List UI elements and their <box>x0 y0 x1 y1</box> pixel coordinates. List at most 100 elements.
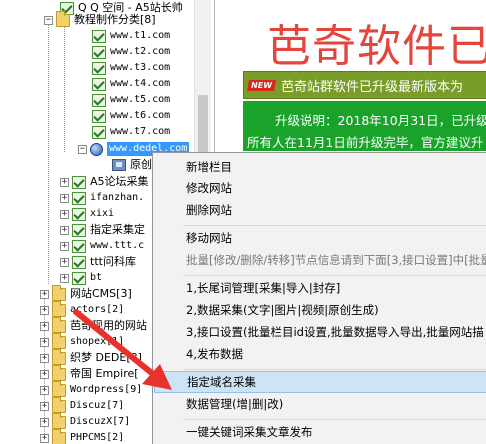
tree-item-folder[interactable]: − 教程制作分类[8] <box>44 10 156 28</box>
expand-toggle-icon[interactable]: + <box>40 369 49 379</box>
expand-toggle-icon[interactable]: + <box>40 401 49 411</box>
tree-item[interactable]: 原创 <box>112 157 152 173</box>
menu-item-label: 2,数据采集(文字|图片|视频|原创生成) <box>186 303 379 317</box>
menu-item-move-site[interactable]: 移动网站 <box>154 227 486 249</box>
tree-item[interactable]: www.t7.com <box>92 124 170 140</box>
folder-icon <box>52 300 66 317</box>
tree-item-label: www.t1.com <box>110 30 171 41</box>
menu-item-delete-site[interactable]: 删除网站 <box>154 199 486 221</box>
menu-item-oneclick-publish[interactable]: 一键关键词采集文章发布 <box>154 421 486 443</box>
checkbox-icon <box>72 175 86 189</box>
tree-item[interactable]: + xixi <box>60 206 114 222</box>
collapse-toggle-icon[interactable]: − <box>44 15 53 25</box>
expand-toggle-icon[interactable]: + <box>60 177 69 187</box>
menu-item-domain-collection[interactable]: 指定域名采集 <box>154 371 486 393</box>
tree-item-label: PHPCMS[2] <box>70 432 125 443</box>
expand-toggle-icon[interactable]: + <box>40 305 49 315</box>
new-badge: NEW <box>247 79 276 91</box>
menu-item-label: 批量[修改/删除/转移]节点信息请到下面[3,接口设置]中[批量 <box>186 253 486 267</box>
menu-item-label: 一键关键词采集文章发布 <box>186 425 313 439</box>
tree-item-label: Discuz[7] <box>70 400 125 411</box>
tree-item[interactable]: www.t2.com <box>92 44 170 60</box>
expand-toggle-icon[interactable]: + <box>60 193 69 203</box>
checkbox-icon <box>92 109 106 123</box>
tree-item-label: 教程制作分类[8] <box>74 13 156 26</box>
menu-item-label: 1,长尾词管理[采集|导入|封存] <box>186 281 341 295</box>
tree-item[interactable]: + bt <box>60 270 102 286</box>
tree-item-label: ifanzhan. <box>90 192 145 203</box>
tree-item[interactable]: www.t1.com <box>92 28 170 44</box>
menu-separator <box>183 225 486 226</box>
tree-item[interactable]: + A5论坛采集 <box>60 174 149 190</box>
tree-item-label: 网站CMS[3] <box>70 287 132 300</box>
tree-item-label: www.t2.com <box>110 46 171 57</box>
menu-item-label: 4,发布数据 <box>186 347 243 361</box>
folder-icon <box>52 396 66 413</box>
menu-item-interface-settings[interactable]: 3,接口设置(批量栏目id设置,批量数据导入导出,批量网站描 <box>154 321 486 343</box>
tree-item-folder[interactable]: + PHPCMS[2] <box>40 428 125 444</box>
tree-item-label: 帝国 Empire[ <box>70 367 139 380</box>
checkbox-icon <box>72 239 86 253</box>
notice-line: 所有人在11月1日前升级完毕，官方建议升 <box>247 135 484 150</box>
checkbox-icon <box>92 45 106 59</box>
folder-icon <box>52 284 66 301</box>
tree-item[interactable]: www.t3.com <box>92 60 170 76</box>
expand-toggle-icon[interactable]: + <box>40 385 49 395</box>
tree-item-label: www.t3.com <box>110 62 171 73</box>
tree-item-label: actors[2] <box>70 304 125 315</box>
expand-toggle-icon[interactable]: + <box>40 433 49 443</box>
expand-toggle-icon[interactable]: + <box>60 257 69 267</box>
expand-toggle-icon[interactable]: + <box>40 289 49 299</box>
expand-toggle-icon[interactable]: + <box>60 273 69 283</box>
tree-item-label: DiscuzX[7] <box>70 416 131 427</box>
tree-connector <box>48 24 49 284</box>
banner-text: 芭奇站群软件已升级最新版本为 <box>280 79 463 95</box>
page-title: 芭奇软件已更 <box>267 21 486 72</box>
upgrade-notice: 升级说明：2018年10月31日，已升级 所有人在11月1日前升级完毕，官方建议… <box>243 101 486 151</box>
globe-icon <box>90 142 103 156</box>
expand-toggle-icon[interactable]: + <box>40 353 49 363</box>
expand-toggle-icon[interactable]: + <box>60 209 69 219</box>
computer-icon <box>112 159 126 171</box>
folder-icon <box>52 364 66 381</box>
tree-scrollbar-thumb[interactable] <box>198 95 208 155</box>
menu-item-label: 修改网站 <box>186 181 232 195</box>
tree-item-label: www.ttt.c <box>90 240 145 251</box>
menu-item-data-management[interactable]: 数据管理(增|删|改) <box>154 393 486 415</box>
tree-item-label: www.t7.com <box>110 126 171 137</box>
menu-item-edit-site[interactable]: 修改网站 <box>154 177 486 199</box>
collapse-toggle-icon[interactable]: − <box>78 144 87 154</box>
tree-item[interactable]: + ttt问科库 <box>60 254 136 270</box>
tree-item[interactable]: + www.ttt.c <box>60 238 144 254</box>
notice-line: 升级说明：2018年10月31日，已升级 <box>275 113 486 128</box>
menu-item-label: 数据管理(增|删|改) <box>186 397 284 411</box>
checkbox-icon <box>72 207 86 221</box>
menu-item-longtail-keywords[interactable]: 1,长尾词管理[采集|导入|封存] <box>154 277 486 299</box>
menu-item-publish-data[interactable]: 4,发布数据 <box>154 343 486 365</box>
checkbox-icon <box>92 77 106 91</box>
menu-separator <box>183 369 486 370</box>
menu-item-add-column[interactable]: 新增栏目 <box>154 156 486 178</box>
context-menu: 新增栏目 修改网站 删除网站 移动网站 批量[修改/删除/转移]节点信息请到下面… <box>152 152 486 444</box>
tree-item-label: bt <box>90 272 103 283</box>
tree-item[interactable]: www.t5.com <box>92 92 170 108</box>
tree-item[interactable]: www.t6.com <box>92 108 170 124</box>
tree-item[interactable]: www.t4.com <box>92 76 170 92</box>
menu-item-label: 指定域名采集 <box>187 375 256 389</box>
tree-item[interactable]: + ifanzhan. <box>60 190 144 206</box>
tree-item-label: A5论坛采集 <box>90 175 149 188</box>
tree-item[interactable]: + 指定采集定 <box>60 222 145 238</box>
expand-toggle-icon[interactable]: + <box>60 241 69 251</box>
tree-item-label: ttt问科库 <box>90 255 136 268</box>
expand-toggle-icon[interactable]: + <box>40 417 49 427</box>
menu-item-data-collection[interactable]: 2,数据采集(文字|图片|视频|原创生成) <box>154 299 486 321</box>
tree-connector <box>64 24 65 152</box>
expand-toggle-icon[interactable]: + <box>40 337 49 347</box>
menu-item-label: 移动网站 <box>186 231 232 245</box>
tree-item-label: www.t6.com <box>110 110 171 121</box>
update-banner[interactable]: NEW 芭奇站群软件已升级最新版本为 <box>243 71 486 99</box>
checkbox-icon <box>72 191 86 205</box>
expand-toggle-icon[interactable]: + <box>60 225 69 235</box>
checkbox-icon <box>72 271 86 285</box>
expand-toggle-icon[interactable]: + <box>40 321 49 331</box>
